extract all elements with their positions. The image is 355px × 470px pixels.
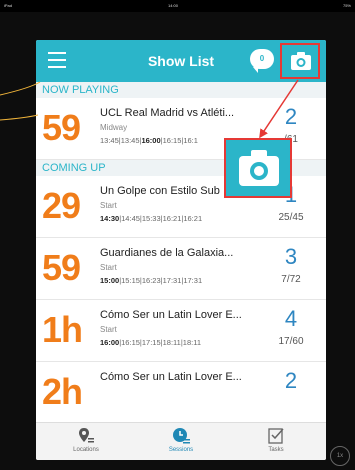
camera-icon [291, 52, 311, 70]
show-status: Start [100, 325, 117, 334]
show-times: 13:45|13:45|16:00|16:15|16:1 [100, 136, 198, 145]
minutes-to-start: 1h [42, 309, 83, 350]
tab-label: Tasks [268, 447, 284, 453]
chat-button[interactable]: 0 [250, 49, 274, 73]
show-title: UCL Real Madrid vs Atléti... [100, 107, 235, 119]
show-times: 16:00|16:15|17:15|18:11|18:11 [100, 338, 201, 347]
tab-locations[interactable]: Locations [56, 427, 116, 453]
minutes-to-start: 59 [42, 107, 81, 148]
status-time: 14:00 [168, 3, 179, 8]
seat-total: 25/45 [278, 212, 304, 223]
location-pin-icon [79, 428, 94, 443]
bottom-tab-bar: Locations Sessions Tasks [36, 422, 326, 460]
seat-count: 2 [284, 104, 298, 129]
seat-count: 2 [284, 368, 298, 393]
show-title: Guardianes de la Galaxia... [100, 247, 234, 259]
show-title: Cómo Ser un Latin Lover E... [100, 309, 242, 321]
status-device: iPad [4, 3, 13, 8]
clock-icon [173, 428, 190, 444]
status-battery: 75% [342, 3, 351, 8]
seat-total: 17/60 [278, 336, 304, 347]
minutes-to-start: 59 [42, 247, 81, 288]
app-header: Show List 0 [36, 40, 326, 82]
camera-button[interactable] [280, 43, 320, 79]
status-bar: iPad 14:00 75% [0, 0, 355, 12]
minutes-to-start: 29 [42, 185, 81, 226]
section-now-playing: NOW PLAYING [36, 82, 326, 98]
tab-sessions[interactable]: Sessions [151, 427, 211, 453]
chat-count-badge: 0 [259, 54, 265, 63]
show-times: 14:30|14:45|15:33|16:21|16:21 [100, 214, 203, 223]
show-row[interactable]: 1h Cómo Ser un Latin Lover E... Start 16… [36, 300, 326, 362]
minutes-to-start: 2h [42, 371, 83, 412]
tab-label: Sessions [168, 447, 194, 453]
seat-count: 4 [284, 306, 298, 331]
show-status: Midway [100, 123, 128, 132]
tab-label: Locations [73, 447, 99, 453]
scale-button[interactable]: 1x [330, 446, 350, 466]
app-screen: Show List 0 NOW PLAYING 59 UCL Real Madr… [36, 40, 326, 460]
show-status: Start [100, 201, 117, 210]
tab-tasks[interactable]: Tasks [246, 427, 306, 453]
show-title: Cómo Ser un Latin Lover E... [100, 371, 242, 383]
clipboard-check-icon [268, 428, 284, 444]
camera-icon [239, 150, 279, 186]
show-row[interactable]: 2h Cómo Ser un Latin Lover E... 2 [36, 362, 326, 424]
show-row[interactable]: 59 Guardianes de la Galaxia... Start 15:… [36, 238, 326, 300]
camera-callout [224, 138, 292, 198]
seat-count: 3 [284, 244, 298, 269]
show-status: Start [100, 263, 117, 272]
seat-total: 7/72 [281, 274, 301, 285]
show-times: 15:00|15:15|16:23|17:31|17:31 [100, 276, 203, 285]
